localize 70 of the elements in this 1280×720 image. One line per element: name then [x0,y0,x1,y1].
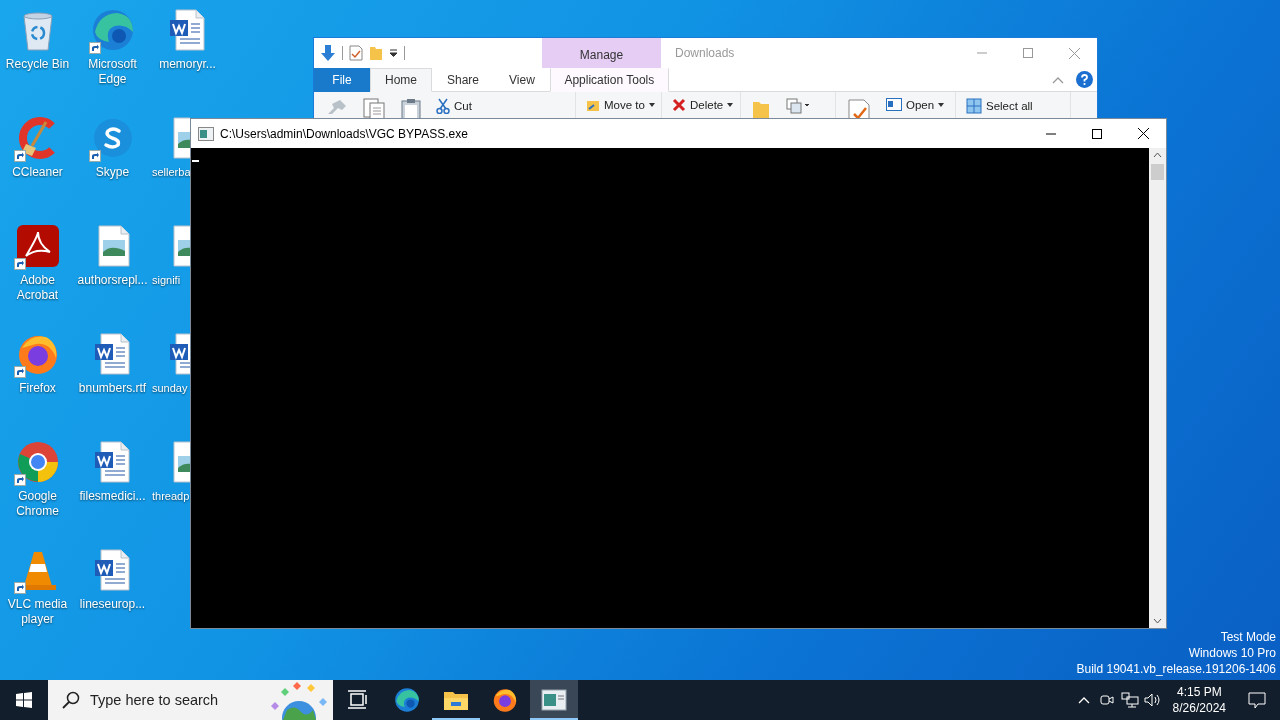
clock[interactable]: 4:15 PM 8/26/2024 [1164,684,1234,716]
desktop-icon-label[interactable]: bnumbers.rtf [78,381,147,396]
dropdown-caret-icon[interactable] [389,49,398,57]
context-tab-header: Manage [542,38,661,68]
edge-browser-icon [90,8,135,52]
edition-notice: Test Mode [1220,629,1276,645]
ribbon-command[interactable]: Open [886,98,945,111]
desktop-icon-label[interactable]: Skype [95,165,130,180]
volume-icon[interactable] [1144,692,1163,708]
desktop-icon-label[interactable]: sellerba [150,165,191,180]
network-icon[interactable] [1121,692,1140,708]
chevron-up-icon[interactable] [1078,696,1091,704]
scrollbar[interactable] [1149,148,1166,628]
firefox-icon [492,687,518,713]
edge-browser-icon [394,687,420,713]
help-icon[interactable] [1076,71,1093,88]
ribbon-command[interactable]: Cut [436,98,472,114]
acrobat-icon [15,224,60,268]
edition-notice: Windows 10 Pro [1188,645,1276,661]
scissors-icon [436,98,450,114]
folder-icon [443,689,469,711]
ribbon-tab[interactable]: Share [432,68,495,92]
desktop-icon-label[interactable]: sunday [150,381,188,396]
ribbon-tab[interactable]: View [494,68,550,92]
clock-date: 8/26/2024 [1172,700,1226,716]
properties-check-icon[interactable] [349,45,363,61]
desktop-icon-label[interactable]: CCleaner [12,165,63,180]
clock-time: 4:15 PM [1176,684,1222,700]
window-title: C:\Users\admin\Downloads\VGC BYPASS.exe [219,126,469,141]
down-arrow-icon[interactable] [320,44,336,62]
desktop-icon-label[interactable]: Adobe Acrobat [0,273,75,303]
window-title: Downloads [674,45,736,62]
delete-cross-icon [672,98,686,112]
desktop-icon-label[interactable]: filesmedici... [79,489,146,504]
desktop-icon-label[interactable]: threadp [150,489,190,504]
ribbon-command[interactable]: Delete [672,98,734,112]
camera-icon[interactable] [1099,692,1116,708]
close-icon [1137,128,1149,139]
desktop-icon-label[interactable]: lineseurop... [79,597,146,612]
desktop-icon-label[interactable]: memoryr... [159,57,216,72]
search-icon [62,691,80,709]
desktop-icon-label[interactable]: Google Chrome [0,489,75,519]
open-window-icon [886,98,902,111]
scroll-thumb[interactable] [1151,164,1164,180]
console-window-icon [198,126,214,141]
desktop-icon-label[interactable]: Recycle Bin [5,57,70,72]
desktop-icon-label[interactable]: authorsrepl... [77,273,148,288]
ribbon-command[interactable]: Move to [586,98,655,112]
windows-logo-icon [16,692,32,708]
desktop-icon-label[interactable]: Firefox [19,381,56,396]
edition-notice: Build 19041.vb_release.191206-1406 [1076,661,1276,677]
maximize-icon [1092,128,1102,139]
taskbar-app-button[interactable] [530,680,578,720]
task-view-icon [347,690,369,710]
desktop-icon-label[interactable]: Microsoft Edge [75,57,150,87]
ribbon-tab[interactable]: Home [370,68,432,92]
notifications-icon[interactable] [1248,691,1266,709]
chrome-icon [15,440,60,484]
console-window-icon [541,689,567,711]
desktop-icon-label[interactable]: VLC media player [0,597,75,627]
collapse-ribbon-icon[interactable] [1052,75,1064,84]
desktop-icon-label[interactable]: signifi [150,273,181,288]
ribbon-tab[interactable]: Application Tools [549,68,669,92]
file-menu-tab[interactable]: File [314,68,370,92]
close-icon [1068,47,1080,59]
ribbon-command[interactable]: Select all [966,98,1033,114]
copy-to-icon [785,98,811,114]
select-all-icon [966,98,982,114]
maximize-icon [1023,48,1033,58]
search-field[interactable]: Type here to search [90,692,250,708]
